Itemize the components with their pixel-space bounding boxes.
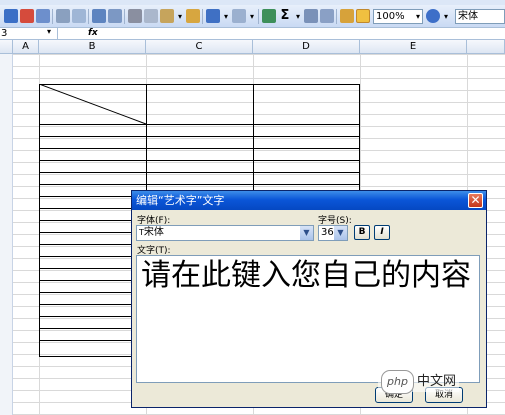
size-select[interactable]: 36 ▼	[318, 225, 348, 241]
select-all-corner[interactable]	[0, 40, 13, 54]
spelling-icon[interactable]	[92, 9, 106, 23]
toolbar-separator	[336, 9, 337, 24]
column-header-d[interactable]: D	[253, 40, 360, 54]
research-icon[interactable]	[108, 9, 122, 23]
redo-icon[interactable]	[232, 9, 246, 23]
paste-icon[interactable]	[160, 9, 174, 23]
column-header-a[interactable]: A	[13, 40, 39, 54]
print-icon[interactable]	[56, 9, 70, 23]
toolbar-separator	[202, 9, 203, 24]
toolbar-separator	[88, 9, 89, 24]
toolbar-separator	[258, 9, 259, 24]
diagonal-header-cell	[39, 84, 147, 125]
hyperlink-icon[interactable]	[262, 9, 276, 23]
sort-descending-icon[interactable]	[320, 9, 334, 23]
close-icon[interactable]: ✕	[468, 193, 483, 208]
permission-icon[interactable]	[20, 9, 34, 23]
chevron-down-icon[interactable]: ▼	[300, 226, 313, 240]
php-logo-icon: php	[381, 370, 414, 394]
chart-wizard-icon[interactable]	[340, 9, 354, 23]
toolbar-separator	[124, 9, 125, 24]
column-header-f[interactable]	[467, 40, 505, 54]
redo-dropdown-icon[interactable]: ▾	[247, 9, 257, 24]
cut-icon[interactable]	[128, 9, 142, 23]
toolbar-options-icon[interactable]: ▾	[441, 9, 451, 24]
watermark: php 中文网	[378, 370, 459, 394]
dialog-title: 编辑“艺术字”文字	[132, 191, 486, 210]
help-icon[interactable]	[426, 9, 440, 23]
chevron-down-icon[interactable]: ▼	[334, 226, 347, 240]
toolbar-separator	[52, 9, 53, 24]
bold-button[interactable]: B	[354, 225, 370, 240]
drawing-icon[interactable]	[356, 9, 370, 23]
fx-icon[interactable]: fx	[88, 28, 98, 39]
format-painter-icon[interactable]	[186, 9, 200, 23]
watermark-text: 中文网	[416, 374, 456, 389]
sort-ascending-icon[interactable]	[304, 9, 318, 23]
column-header-e[interactable]: E	[360, 40, 467, 54]
autosum-icon[interactable]: Σ	[278, 9, 292, 23]
autosum-dropdown-icon[interactable]: ▾	[293, 9, 303, 24]
column-header-c[interactable]: C	[146, 40, 253, 54]
standard-toolbar: ▾ ▾ ▾ Σ ▾ 100% ▾ ▾ 宋体	[0, 5, 505, 28]
font-name-box[interactable]: 宋体	[455, 9, 505, 24]
undo-icon[interactable]	[206, 9, 220, 23]
wordart-text-input[interactable]: 请在此键入您自己的内容	[136, 255, 480, 383]
email-icon[interactable]	[36, 9, 50, 23]
italic-button[interactable]: I	[374, 225, 390, 240]
zoom-dropdown-icon[interactable]: ▾	[413, 9, 423, 24]
name-box-dropdown-icon[interactable]: ▾	[44, 26, 54, 37]
undo-dropdown-icon[interactable]: ▾	[221, 9, 231, 24]
save-icon[interactable]	[4, 9, 18, 23]
formula-bar: 3 ▾ fx	[0, 26, 505, 40]
print-preview-icon[interactable]	[72, 9, 86, 23]
copy-icon[interactable]	[144, 9, 158, 23]
row-headers[interactable]	[0, 54, 13, 415]
font-select[interactable]: T宋体 ▼	[136, 225, 314, 241]
column-header-b[interactable]: B	[39, 40, 146, 54]
paste-dropdown-icon[interactable]: ▾	[175, 9, 185, 24]
